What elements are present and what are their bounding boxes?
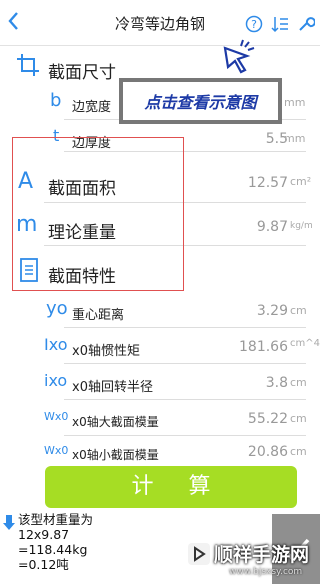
prop-symbol: yo [46, 298, 68, 319]
prop-row-ixo-radius: ixo x0轴回转半径 3.8 cm [0, 368, 320, 400]
prop-label: x0轴惯性矩 [72, 344, 140, 359]
svg-text:?: ? [251, 18, 257, 31]
weight-unit: kg/m [290, 221, 313, 231]
sort-list-icon[interactable] [270, 14, 290, 34]
thickness-unit: mm [284, 132, 306, 145]
prop-unit: cm [290, 304, 307, 317]
watermark-logo-icon [188, 542, 210, 565]
prop-unit: cm [290, 376, 307, 389]
prop-symbol: Wx0 [44, 410, 69, 423]
weight-value: 9.87 [256, 219, 288, 235]
tooltip-text: 点击查看示意图 [144, 93, 257, 112]
section-size-label: 截面尺寸 [48, 63, 116, 83]
prop-unit: cm [290, 445, 307, 458]
prop-row-ixo: Ixo x0轴惯性矩 181.66 cm^4 [0, 332, 320, 364]
calculate-button[interactable]: 计 算 [45, 466, 297, 508]
watermark: 顺祥手游网 [188, 540, 309, 567]
prop-symbol: ixo [44, 371, 68, 390]
prop-value: 3.29 [256, 303, 288, 319]
width-unit: mm [284, 96, 306, 109]
prop-value: 3.8 [265, 375, 288, 391]
area-unit: cm² [290, 175, 312, 188]
prop-unit: cm [290, 412, 307, 425]
area-value: 12.57 [247, 175, 288, 191]
prop-row-wx0-max: Wx0 x0轴大截面模量 55.22 cm [0, 404, 320, 436]
diagram-hint-tooltip[interactable]: 点击查看示意图 [119, 78, 282, 124]
prop-symbol: Wx0 [44, 444, 69, 457]
prop-value: 55.22 [247, 411, 288, 427]
help-icon[interactable]: ? [244, 14, 264, 34]
prop-label: x0轴回转半径 [72, 380, 153, 395]
width-symbol: b [50, 90, 62, 111]
prop-unit: cm^4 [290, 338, 320, 349]
prop-label: x0轴大截面模量 [72, 415, 159, 429]
arrow-down-icon [2, 514, 16, 536]
watermark-name: 顺祥手游网 [214, 544, 310, 566]
watermark-url: www.bjsxsy.com [229, 567, 303, 577]
prop-value: 181.66 [239, 339, 288, 355]
prop-value: 20.86 [247, 444, 288, 460]
width-label: 边宽度 [72, 100, 112, 115]
result-text: 该型材重量为 12x9.87 =118.44kg =0.12吨 [18, 512, 94, 572]
prop-label: x0轴小截面模量 [72, 448, 159, 462]
prop-label: 重心距离 [72, 308, 125, 323]
wrench-icon[interactable] [296, 14, 316, 34]
prop-symbol: Ixo [44, 335, 68, 354]
crop-icon [16, 53, 40, 81]
highlight-box [12, 137, 184, 291]
header-bar: 冷弯等边角钢 ? [0, 0, 320, 46]
chevron-left-icon[interactable] [6, 10, 26, 36]
prop-row-wx0-min: Wx0 x0轴小截面模量 20.86 cm [0, 440, 320, 466]
prop-row-yo: yo 重心距离 3.29 cm [0, 296, 320, 328]
